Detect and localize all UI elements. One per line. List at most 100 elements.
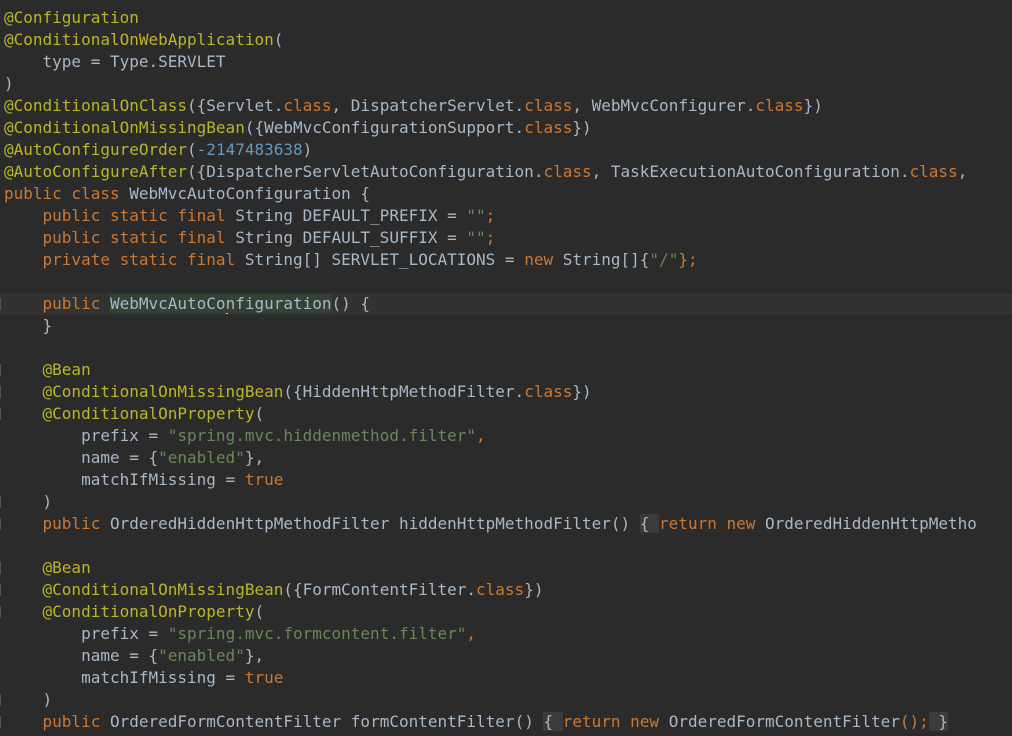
code-token: ( [273, 30, 284, 49]
code-line[interactable]: @ConditionalOnProperty( [0, 601, 265, 623]
code-token: WebMvcAutoCo [109, 294, 226, 313]
code-line[interactable]: public class WebMvcAutoConfiguration { [0, 183, 370, 205]
code-token: } [928, 712, 949, 731]
code-token: @Configuration [4, 8, 139, 27]
code-token: ) [4, 690, 53, 709]
code-token: , DispatcherServlet. [331, 96, 525, 115]
code-token: } [4, 316, 53, 335]
code-line[interactable]: @Bean [0, 557, 91, 579]
code-token: public [4, 294, 110, 313]
code-token: matchIfMissing = [4, 470, 245, 489]
code-line[interactable]: @ConditionalOnMissingBean({FormContentFi… [0, 579, 544, 601]
code-line[interactable]: ) [0, 73, 14, 95]
fold-marker[interactable] [0, 584, 1, 596]
code-token: ; [485, 228, 496, 247]
code-token: OrderedFormContentFilter [668, 712, 900, 731]
code-token: }; [678, 250, 698, 269]
code-token: () { [331, 294, 371, 313]
code-token: , TaskExecutionAutoConfiguration. [591, 162, 910, 181]
code-line[interactable]: public OrderedHiddenHttpMethodFilter hid… [0, 513, 977, 535]
fold-marker[interactable] [0, 386, 1, 398]
code-token: public class [4, 184, 130, 203]
code-line[interactable]: private static final String[] SERVLET_LO… [0, 249, 698, 271]
code-token: "spring.mvc.formcontent.filter" [167, 624, 467, 643]
code-token: public static final [4, 228, 236, 247]
code-token: @ConditionalOnClass [4, 96, 188, 115]
code-token: }, [244, 646, 265, 665]
code-token: ) [302, 140, 313, 159]
code-token: , WebMvcConfigurer. [572, 96, 756, 115]
code-token: ; [485, 206, 496, 225]
fold-marker[interactable] [0, 364, 1, 376]
code-line[interactable]: @Bean [0, 359, 91, 381]
code-token: }) [524, 580, 544, 599]
code-line[interactable]: @ConditionalOnClass({Servlet.class, Disp… [0, 95, 823, 117]
code-token: ({WebMvcConfigurationSupport. [244, 118, 525, 137]
fold-marker[interactable] [0, 694, 1, 706]
code-line[interactable] [0, 535, 4, 557]
code-token: true [244, 668, 284, 687]
code-token: String DEFAULT_PREFIX = [235, 206, 467, 225]
code-line[interactable]: prefix = "spring.mvc.hiddenmethod.filter… [0, 425, 486, 447]
code-token: }) [803, 96, 823, 115]
code-token: @ConditionalOnMissingBean [4, 580, 284, 599]
fold-marker[interactable] [0, 496, 1, 508]
code-token: OrderedHiddenHttpMetho [765, 514, 977, 533]
code-token: name = { [4, 646, 159, 665]
code-line[interactable]: name = {"enabled"}, [0, 447, 264, 469]
code-token: class [909, 162, 958, 181]
code-token: new [524, 250, 563, 269]
code-token: matchIfMissing = [4, 668, 245, 687]
code-line[interactable]: public static final String DEFAULT_SUFFI… [0, 227, 496, 249]
code-line[interactable]: @Configuration [0, 7, 139, 29]
code-token: @AutoConfigureAfter [4, 162, 188, 181]
code-token: formContentFilter [350, 712, 515, 731]
code-line[interactable]: @ConditionalOnProperty( [0, 403, 265, 425]
code-token: prefix = [4, 624, 168, 643]
code-token: WebMvcAutoConfiguration { [129, 184, 371, 203]
code-line[interactable]: prefix = "spring.mvc.formcontent.filter"… [0, 623, 476, 645]
code-line[interactable] [0, 337, 4, 359]
code-token: OrderedFormContentFilter [109, 712, 351, 731]
code-line[interactable]: name = {"enabled"}, [0, 645, 264, 667]
fold-marker[interactable] [0, 716, 1, 728]
code-line[interactable] [0, 271, 4, 293]
code-line[interactable]: public OrderedFormContentFilter formCont… [0, 711, 949, 733]
code-token: ({HiddenHttpMethodFilter. [283, 382, 525, 401]
code-token: @ConditionalOnMissingBean [4, 382, 284, 401]
fold-marker[interactable] [0, 518, 1, 530]
code-line[interactable]: @ConditionalOnMissingBean({WebMvcConfigu… [0, 117, 592, 139]
code-token: @AutoConfigureOrder [4, 140, 188, 159]
code-token: class [283, 96, 332, 115]
code-line[interactable]: @AutoConfigureOrder(-2147483638) [0, 139, 312, 161]
code-line[interactable]: matchIfMissing = true [0, 667, 283, 689]
fold-marker[interactable] [0, 298, 1, 310]
code-token: return new [659, 514, 766, 533]
fold-marker[interactable] [0, 606, 1, 618]
code-token: class [524, 96, 573, 115]
code-token: String[] SERVLET_LOCATIONS = [244, 250, 525, 269]
code-line[interactable]: type = Type.SERVLET [0, 51, 226, 73]
code-token: ) [4, 492, 53, 511]
code-line[interactable]: public WebMvcAutoConfiguration() { [0, 293, 1012, 315]
code-token: String[]{ [562, 250, 650, 269]
code-line[interactable]: ) [0, 491, 53, 513]
code-line[interactable]: @AutoConfigureAfter({DispatcherServletAu… [0, 161, 967, 183]
code-line[interactable]: public static final String DEFAULT_PREFI… [0, 205, 496, 227]
fold-marker[interactable] [0, 408, 1, 420]
code-line[interactable]: matchIfMissing = true [0, 469, 283, 491]
code-token: class [476, 580, 525, 599]
code-token: prefix = [4, 426, 168, 445]
code-line[interactable]: ) [0, 689, 53, 711]
code-token: name = { [4, 448, 159, 467]
code-token: ( [254, 602, 265, 621]
code-line[interactable]: @ConditionalOnWebApplication( [0, 29, 283, 51]
code-token: class [543, 162, 592, 181]
code-token: ({DispatcherServletAutoConfiguration. [187, 162, 544, 181]
code-token: , [466, 624, 477, 643]
code-line[interactable]: @ConditionalOnMissingBean({HiddenHttpMet… [0, 381, 592, 403]
fold-marker[interactable] [0, 562, 1, 574]
code-token: type = Type. [4, 52, 159, 71]
code-editor[interactable]: @Configuration @ConditionalOnWebApplicati… [0, 0, 1012, 736]
code-line[interactable]: } [0, 315, 53, 337]
